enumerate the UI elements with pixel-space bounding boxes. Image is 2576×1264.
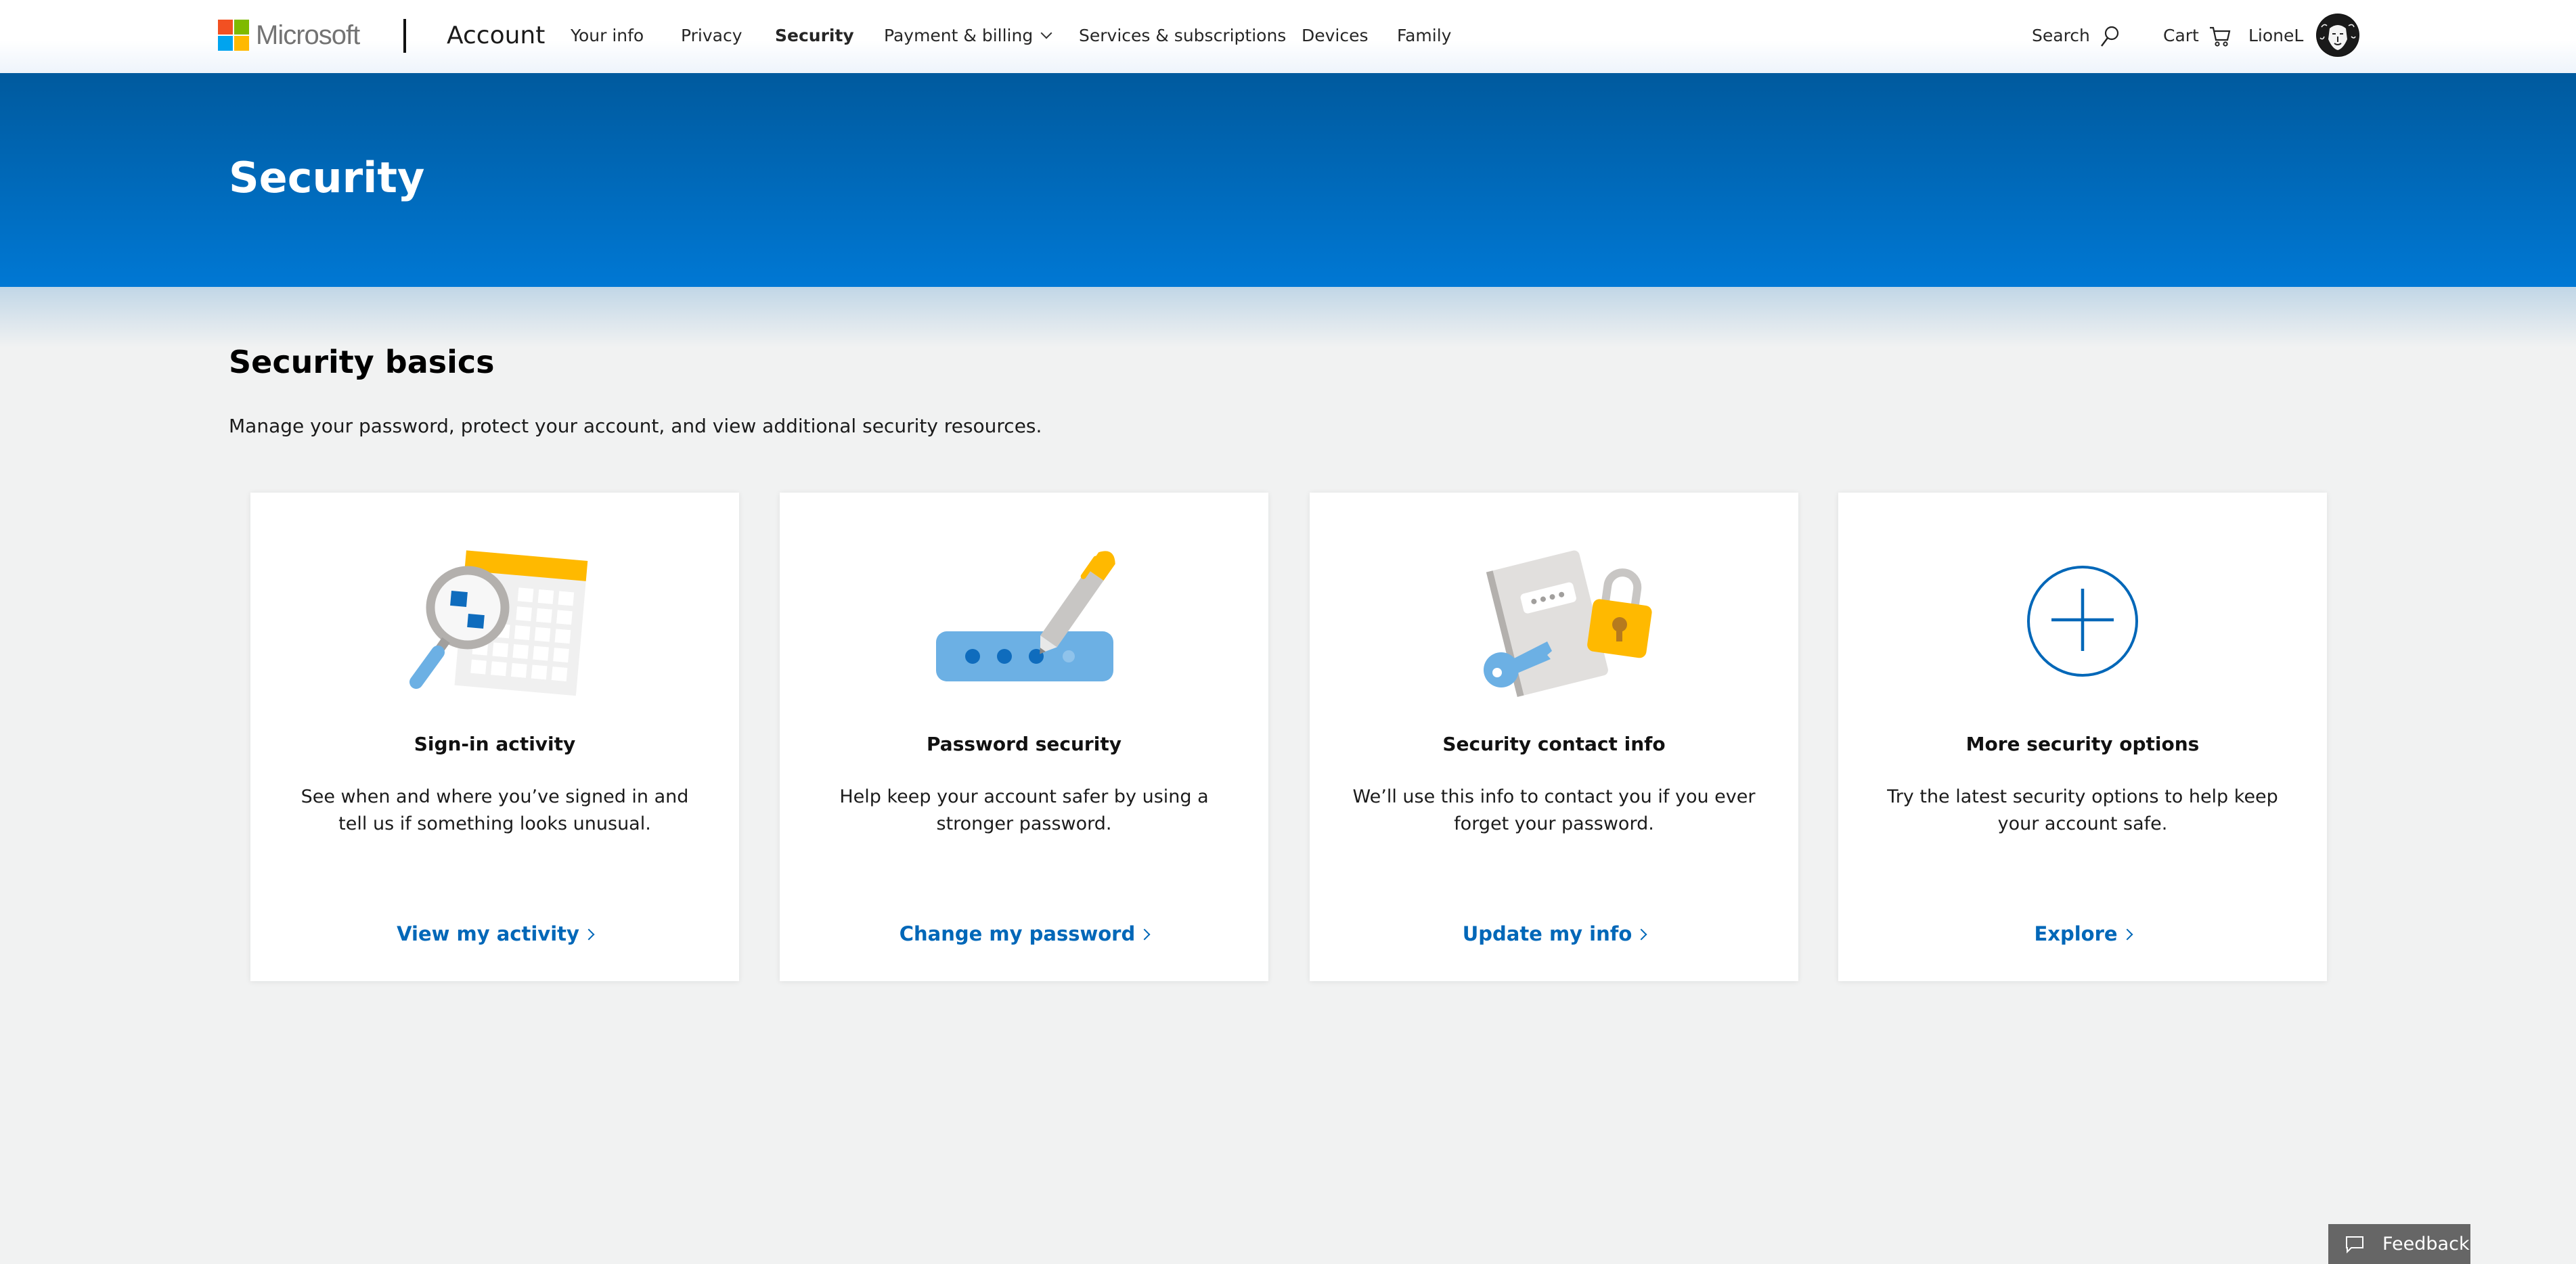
- link-label: View my activity: [397, 922, 579, 945]
- cart-label: Cart: [2163, 26, 2199, 45]
- card-title: Security contact info: [1442, 733, 1666, 755]
- nav-payment-billing-label: Payment & billing: [884, 26, 1034, 45]
- cart-icon: [2209, 26, 2231, 47]
- header-divider: [403, 19, 406, 53]
- notebook-key-lock-icon: [1484, 550, 1652, 698]
- search-icon: [2100, 26, 2118, 47]
- user-name[interactable]: LioneL: [2248, 19, 2303, 53]
- nav-privacy[interactable]: Privacy: [681, 20, 742, 51]
- link-label: Explore: [2034, 922, 2118, 945]
- link-label: Change my password: [899, 922, 1136, 945]
- chevron-right-icon: [1138, 928, 1151, 941]
- card-description: Try the latest security options to help …: [1887, 786, 2278, 834]
- microsoft-logo[interactable]: Microsoft: [218, 19, 360, 51]
- card-description: See when and where you’ve signed in and …: [301, 786, 689, 834]
- cart-button[interactable]: Cart: [2163, 19, 2231, 53]
- card-security-contact-info: Security contact info We’ll use this inf…: [1310, 493, 1798, 981]
- page-title: Security: [229, 153, 425, 202]
- chevron-right-icon: [2121, 928, 2133, 941]
- section-description: Manage your password, protect your accou…: [229, 415, 1042, 437]
- user-avatar[interactable]: [2316, 14, 2359, 57]
- plus-circle-icon: [2027, 566, 2138, 677]
- top-header: Microsoft Account Your info Privacy Secu…: [0, 0, 2576, 73]
- feedback-button[interactable]: Feedback: [2328, 1224, 2470, 1264]
- card-description: We’ll use this info to contact you if yo…: [1352, 786, 1756, 834]
- nav-security[interactable]: Security: [775, 20, 854, 51]
- search-label: Search: [2032, 26, 2090, 45]
- card-password-security: Password security Help keep your account…: [780, 493, 1268, 981]
- card-title: Sign-in activity: [414, 733, 576, 755]
- brand-name: Microsoft: [256, 20, 360, 50]
- chevron-down-icon: [1040, 27, 1052, 39]
- card-title: Password security: [927, 733, 1122, 755]
- card-sign-in-activity: Sign-in activity See when and where you’…: [250, 493, 739, 981]
- nav-family[interactable]: Family: [1397, 20, 1451, 51]
- nav-your-info[interactable]: Your info: [571, 20, 644, 51]
- plus-circle-illustration: [1838, 540, 2327, 702]
- chevron-right-icon: [583, 928, 595, 941]
- lion-avatar-icon: [2317, 14, 2359, 56]
- search-button[interactable]: Search: [2032, 19, 2120, 53]
- section-title: Security basics: [229, 344, 495, 380]
- nav-payment-billing[interactable]: Payment & billing: [884, 20, 1052, 51]
- password-pen-illustration: [780, 540, 1268, 702]
- nav-services-subscriptions[interactable]: Services & subscriptions: [1079, 20, 1286, 51]
- account-home-link[interactable]: Account: [447, 19, 545, 53]
- card-title: More security options: [1966, 733, 2200, 755]
- microsoft-logo-icon: [218, 20, 249, 51]
- nav-devices[interactable]: Devices: [1302, 20, 1369, 51]
- card-description: Help keep your account safer by using a …: [839, 786, 1209, 834]
- view-my-activity-link[interactable]: View my activity: [250, 920, 739, 947]
- calendar-magnifier-icon: [409, 550, 588, 696]
- link-label: Update my info: [1462, 922, 1633, 945]
- change-my-password-link[interactable]: Change my password: [780, 920, 1268, 947]
- update-my-info-link[interactable]: Update my info: [1310, 920, 1798, 947]
- calendar-magnifier-illustration: [250, 540, 739, 702]
- chevron-right-icon: [1635, 928, 1647, 941]
- card-more-security-options: More security options Try the latest sec…: [1838, 493, 2327, 981]
- password-pen-icon: [936, 551, 1115, 681]
- notebook-key-lock-illustration: [1310, 540, 1798, 702]
- feedback-label: Feedback: [2382, 1234, 2470, 1255]
- chat-bubble-icon: [2346, 1236, 2363, 1253]
- explore-link[interactable]: Explore: [1838, 920, 2327, 947]
